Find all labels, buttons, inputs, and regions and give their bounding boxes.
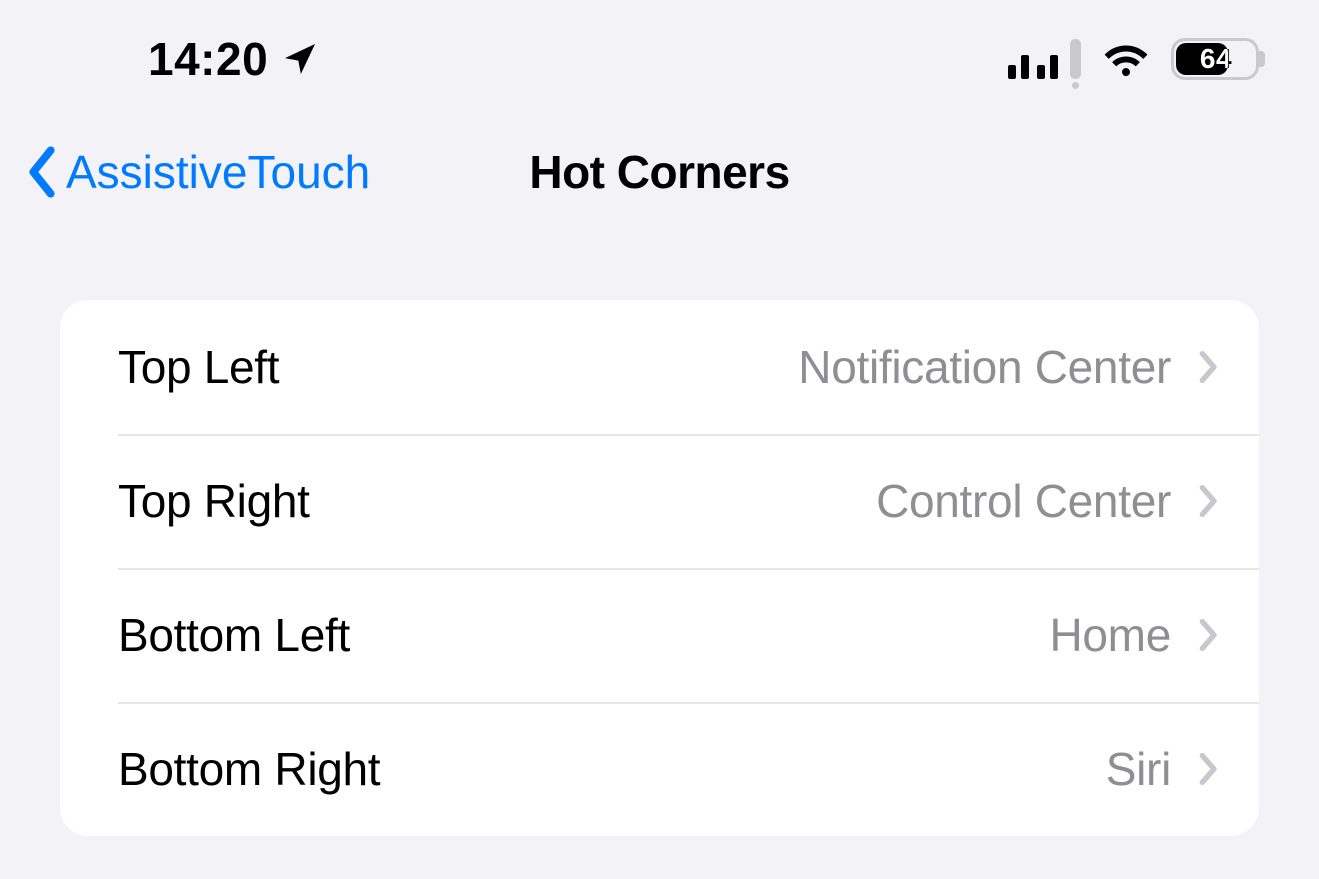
- row-top-left[interactable]: Top Left Notification Center: [60, 300, 1259, 434]
- hot-corners-list: Top Left Notification Center Top Right C…: [60, 300, 1259, 836]
- row-top-right[interactable]: Top Right Control Center: [60, 434, 1259, 568]
- row-label: Top Left: [118, 340, 279, 394]
- row-bottom-left[interactable]: Bottom Left Home: [60, 568, 1259, 702]
- row-value: Home: [1049, 608, 1171, 662]
- battery-indicator: 64: [1171, 38, 1259, 80]
- row-label: Bottom Left: [118, 608, 350, 662]
- sim-alert-icon: [1070, 39, 1081, 79]
- row-label: Top Right: [118, 474, 310, 528]
- page-title: Hot Corners: [529, 145, 789, 199]
- chevron-right-icon: [1199, 618, 1219, 652]
- chevron-right-icon: [1199, 752, 1219, 786]
- row-value: Siri: [1106, 742, 1171, 796]
- status-time: 14:20: [148, 32, 268, 86]
- row-label: Bottom Right: [118, 742, 380, 796]
- row-value: Control Center: [876, 474, 1171, 528]
- chevron-left-icon: [24, 146, 60, 198]
- status-left: 14:20: [148, 32, 320, 86]
- nav-bar: AssistiveTouch Hot Corners: [0, 118, 1319, 226]
- battery-percent: 64: [1174, 43, 1256, 75]
- row-bottom-right[interactable]: Bottom Right Siri: [60, 702, 1259, 836]
- back-label: AssistiveTouch: [66, 145, 370, 199]
- location-icon: [280, 39, 320, 79]
- chevron-right-icon: [1199, 350, 1219, 384]
- back-button[interactable]: AssistiveTouch: [24, 118, 370, 226]
- wifi-icon: [1103, 41, 1149, 77]
- cellular-signal-icon: [1008, 39, 1081, 79]
- chevron-right-icon: [1199, 484, 1219, 518]
- status-bar: 14:20 64: [0, 0, 1319, 118]
- status-right: 64: [1008, 38, 1259, 80]
- row-value: Notification Center: [798, 340, 1171, 394]
